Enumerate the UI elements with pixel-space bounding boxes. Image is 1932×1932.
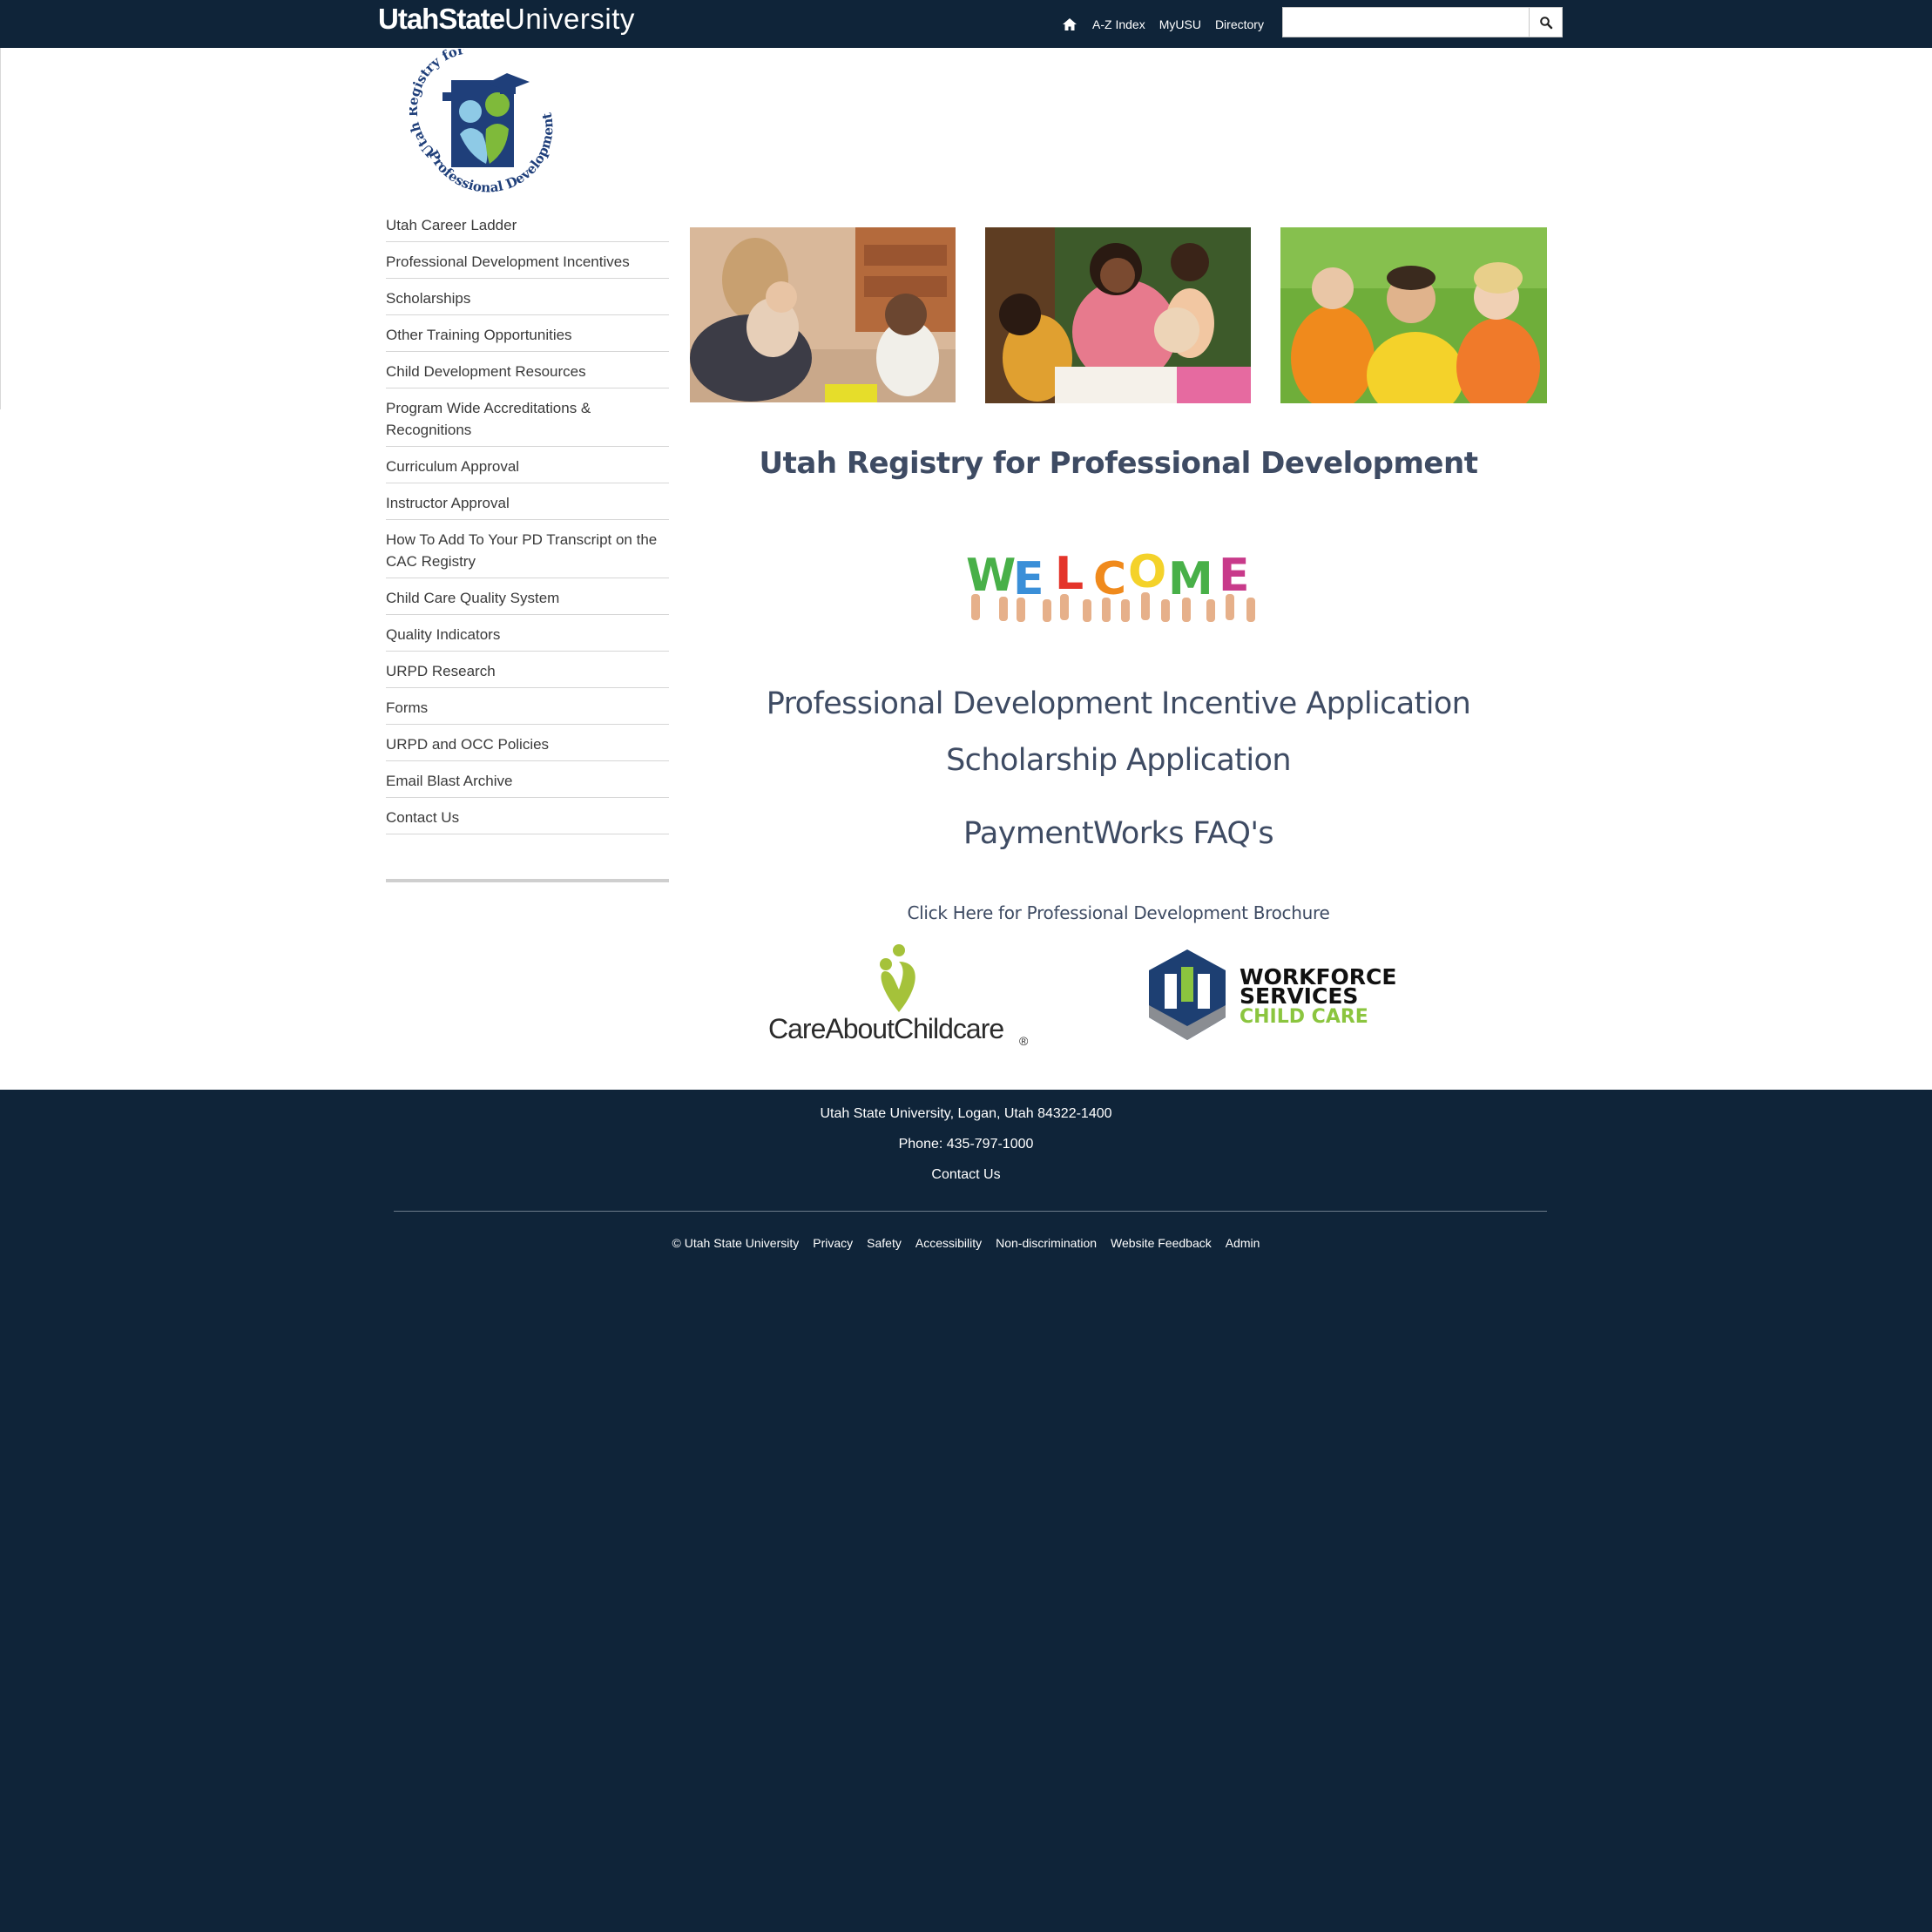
svg-text:SERVICES: SERVICES	[1240, 983, 1358, 1009]
home-icon[interactable]	[1061, 16, 1078, 33]
svg-text:M: M	[1168, 553, 1213, 605]
top-nav: A-Z Index MyUSU Directory	[1061, 16, 1264, 33]
sidebar-nav: Utah Career Ladder Professional Developm…	[386, 214, 669, 882]
usu-wordmark[interactable]: UtahStateUniversity	[378, 2, 635, 37]
sidebar-item-quality-indicators[interactable]: Quality Indicators	[386, 615, 669, 652]
search-icon	[1539, 16, 1552, 29]
search-box	[1282, 7, 1563, 37]
care-about-childcare-logo[interactable]: CareAboutChildcare ®	[767, 941, 1032, 1050]
scholarship-application-link[interactable]: Scholarship Application	[690, 739, 1547, 782]
footer-phone: Phone: 435-797-1000	[898, 1137, 1034, 1152]
footer-link-copyright[interactable]: © Utah State University	[672, 1234, 800, 1252]
brochure-link[interactable]: Click Here for Professional Development …	[908, 902, 1330, 923]
sidebar-item-pd-transcript[interactable]: How To Add To Your PD Transcript on the …	[386, 520, 669, 578]
svg-text:L: L	[1055, 549, 1084, 600]
svg-text:CareAboutChildcare: CareAboutChildcare	[768, 1013, 1003, 1044]
top-bar: UtahStateUniversity A-Z Index MyUSU Dire…	[0, 0, 1932, 48]
sidebar-item-child-dev-resources[interactable]: Child Development Resources	[386, 352, 669, 388]
footer-link-safety[interactable]: Safety	[867, 1234, 902, 1252]
photo-man-kids-outdoors	[1280, 227, 1547, 403]
paymentworks-container: PaymentWorks FAQ's	[690, 812, 1547, 855]
footer-link-accessibility[interactable]: Accessibility	[915, 1234, 982, 1252]
footer-link-privacy[interactable]: Privacy	[813, 1234, 853, 1252]
sidebar-item-utah-career-ladder[interactable]: Utah Career Ladder	[386, 214, 669, 242]
svg-text:O: O	[1128, 549, 1166, 598]
sidebar-end-rule	[386, 879, 669, 882]
pdi-application-container: Professional Development Incentive Appli…	[690, 682, 1547, 726]
footer-address: Utah State University, Logan, Utah 84322…	[820, 1106, 1112, 1121]
sidebar-item-contact-us[interactable]: Contact Us	[386, 798, 669, 834]
pdi-application-link[interactable]: Professional Development Incentive Appli…	[690, 682, 1547, 726]
sidebar-item-forms[interactable]: Forms	[386, 688, 669, 725]
svg-text:C: C	[1093, 553, 1126, 605]
svg-text:E: E	[1219, 550, 1250, 602]
nav-myusu[interactable]: MyUSU	[1159, 16, 1201, 33]
sidebar-item-scholarships[interactable]: Scholarships	[386, 279, 669, 315]
scholarship-application-container: Scholarship Application	[690, 739, 1547, 782]
sidebar-item-quality-system[interactable]: Child Care Quality System	[386, 578, 669, 615]
sidebar-item-policies[interactable]: URPD and OCC Policies	[386, 725, 669, 761]
sidebar-item-pd-incentives[interactable]: Professional Development Incentives	[386, 242, 669, 279]
search-button[interactable]	[1529, 8, 1562, 37]
sidebar-item-urpd-research[interactable]: URPD Research	[386, 652, 669, 688]
footer-link-non-discrimination[interactable]: Non-discrimination	[996, 1234, 1097, 1252]
page-title: Utah Registry for Professional Developme…	[759, 446, 1478, 481]
workforce-services-child-care-logo[interactable]: WORKFORCE SERVICES CHILD CARE	[1145, 948, 1407, 1042]
photo-caregiver-infants	[690, 227, 956, 402]
photo-teacher-children	[985, 227, 1251, 403]
footer-contact-container: Contact Us	[0, 1165, 1932, 1185]
nav-az-index[interactable]: A-Z Index	[1092, 16, 1145, 33]
svg-text:CHILD CARE: CHILD CARE	[1240, 1006, 1368, 1028]
urpd-logo[interactable]: Utah Registry for Professional Developme…	[405, 42, 566, 202]
sidebar-item-other-training[interactable]: Other Training Opportunities	[386, 315, 669, 352]
search-input[interactable]	[1283, 8, 1529, 37]
sidebar-item-email-archive[interactable]: Email Blast Archive	[386, 761, 669, 798]
sidebar-item-instructor-approval[interactable]: Instructor Approval	[386, 483, 669, 520]
brochure-container: Click Here for Professional Development …	[690, 900, 1547, 926]
nav-directory[interactable]: Directory	[1215, 16, 1264, 33]
welcome-banner: W E L C O M E	[963, 546, 1264, 622]
page-edge-rule	[0, 48, 1, 409]
svg-text:W: W	[966, 550, 1016, 602]
footer-link-website-feedback[interactable]: Website Feedback	[1111, 1234, 1212, 1252]
sidebar-item-accreditations[interactable]: Program Wide Accreditations & Recognitio…	[386, 388, 669, 447]
footer-contact-link[interactable]: Contact Us	[931, 1167, 1000, 1182]
footer-link-admin[interactable]: Admin	[1226, 1234, 1260, 1252]
sidebar-item-curriculum-approval[interactable]: Curriculum Approval	[386, 447, 669, 483]
page-footer: Utah State University, Logan, Utah 84322…	[0, 1090, 1932, 1932]
svg-text:®: ®	[1019, 1034, 1029, 1048]
paymentworks-faq-link[interactable]: PaymentWorks FAQ's	[690, 812, 1547, 855]
svg-text:E: E	[1013, 553, 1044, 605]
footer-links: © Utah State University Privacy Safety A…	[0, 1234, 1932, 1252]
footer-divider	[394, 1211, 1547, 1212]
